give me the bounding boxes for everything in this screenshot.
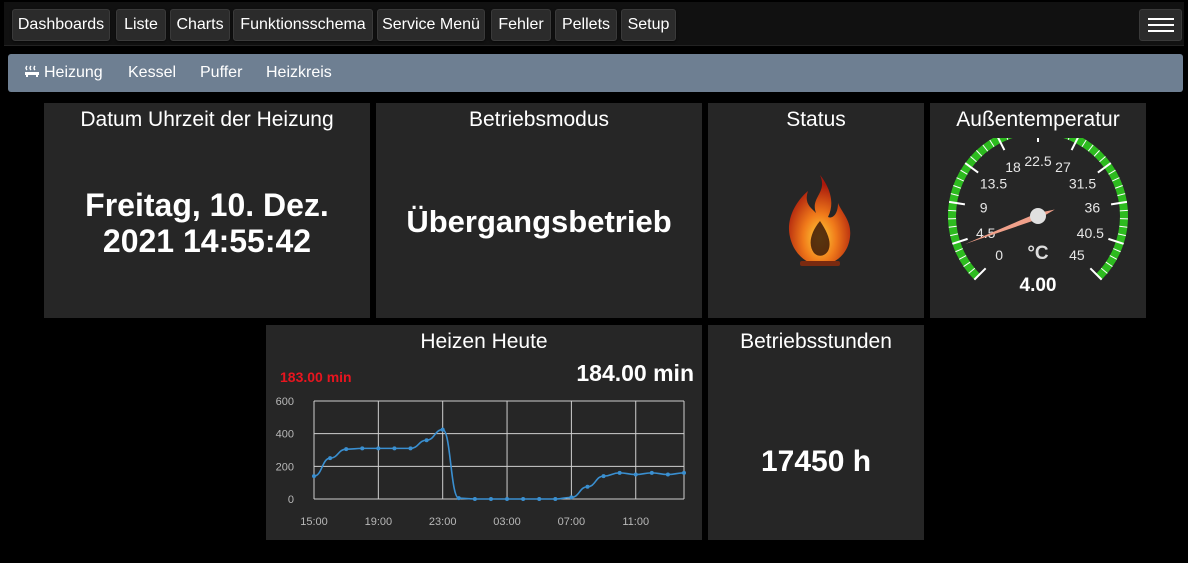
gauge-scale-label: 40.5 bbox=[1077, 225, 1104, 241]
subnav-label-heizung: Heizung bbox=[44, 64, 103, 81]
top-navbar: Dashboards Liste Charts Funktionsschema … bbox=[4, 2, 1184, 46]
heating-today-panel: Heizen Heute 184.00 min 183.00 min 0 200 4… bbox=[266, 325, 702, 540]
chart-x-tick-label: 15:00 bbox=[300, 516, 328, 528]
chart-data-point bbox=[392, 446, 397, 451]
mode-panel: Betriebsmodus Übergangsbetrieb bbox=[376, 103, 702, 318]
gauge-minor-tick bbox=[1119, 209, 1128, 212]
chart-x-tick-label: 19:00 bbox=[365, 516, 393, 528]
gauge-unit: °C bbox=[1027, 243, 1049, 264]
chart-x-tick-label: 11:00 bbox=[622, 516, 649, 528]
flame-icon bbox=[788, 175, 851, 266]
menu-toggle-button[interactable] bbox=[1139, 9, 1182, 41]
subnav-item-puffer[interactable]: Puffer bbox=[200, 54, 242, 92]
outdoor-temp-title: Außentemperatur bbox=[956, 108, 1120, 131]
gauge-scale-label: 13.5 bbox=[980, 176, 1007, 192]
chart-x-tick-label: 07:00 bbox=[558, 516, 586, 528]
chart-data-point bbox=[408, 446, 413, 451]
chart-data-point bbox=[585, 484, 590, 489]
chart-data-point bbox=[521, 497, 526, 501]
chart-data-point bbox=[376, 446, 381, 451]
sub-navbar: Heizung Kessel Puffer Heizkreis bbox=[8, 54, 1183, 92]
heating-previous-value: 183.00 min bbox=[280, 369, 352, 385]
subnav-item-kessel[interactable]: Kessel bbox=[128, 54, 176, 92]
gauge-scale-label: 22.5 bbox=[1024, 153, 1051, 169]
nav-pellets[interactable]: Pellets bbox=[555, 9, 617, 41]
gauge-minor-tick bbox=[948, 209, 957, 212]
mode-title: Betriebsmodus bbox=[468, 108, 610, 131]
chart-data-point bbox=[553, 497, 558, 501]
chart-data-point bbox=[360, 446, 365, 451]
chart-data-point bbox=[312, 474, 316, 479]
chart-y-tick-label: 600 bbox=[276, 396, 294, 408]
hamburger-icon bbox=[1148, 18, 1174, 20]
nav-setup[interactable]: Setup bbox=[621, 9, 676, 41]
chart-x-tick-label: 03:00 bbox=[493, 516, 521, 528]
gauge-scale-label: 18 bbox=[1005, 159, 1021, 175]
outdoor-temp-panel: Außentemperatur 0 4.5 9 13.5 18 22.5 27 31.5 36 4… bbox=[930, 103, 1146, 318]
nav-service-menu[interactable]: Service Menü bbox=[377, 9, 485, 41]
chart-data-point bbox=[649, 470, 654, 475]
status-panel: Status bbox=[708, 103, 924, 318]
chart-data-point bbox=[488, 497, 493, 501]
heater-icon bbox=[25, 65, 39, 77]
status-title: Status bbox=[786, 108, 846, 131]
nav-dashboards[interactable]: Dashboards bbox=[12, 9, 110, 41]
chart-data-point bbox=[601, 474, 606, 479]
nav-fehler[interactable]: Fehler bbox=[491, 9, 551, 41]
chart-data-point bbox=[424, 438, 429, 443]
operating-hours-value: 17450 h bbox=[760, 445, 872, 478]
chart-y-tick-label: 0 bbox=[288, 494, 294, 506]
chart-data-point bbox=[617, 470, 622, 475]
chart-data-point bbox=[537, 497, 542, 501]
chart-data-point bbox=[505, 497, 510, 501]
chart-data-point bbox=[665, 472, 670, 477]
chart-data-point bbox=[344, 447, 349, 452]
subnav-item-heizkreis[interactable]: Heizkreis bbox=[266, 54, 332, 92]
gauge-scale-label: 31.5 bbox=[1069, 176, 1096, 192]
operating-hours-panel: Betriebsstunden 17450 h bbox=[708, 325, 924, 540]
subnav-item-heizung[interactable]: Heizung bbox=[24, 54, 103, 92]
chart-data-point bbox=[440, 427, 445, 432]
chart-series-line bbox=[313, 428, 685, 500]
chart-y-tick-label: 400 bbox=[276, 429, 294, 441]
gauge-scale-label: 9 bbox=[980, 199, 988, 215]
datetime-title: Datum Uhrzeit der Heizung bbox=[80, 108, 334, 131]
chart-data-point bbox=[328, 456, 333, 461]
datetime-panel: Datum Uhrzeit der Heizung Freitag, 10. D… bbox=[44, 103, 370, 318]
gauge-hub bbox=[1030, 208, 1046, 224]
chart-data-point bbox=[569, 495, 574, 500]
operating-hours-title: Betriebsstunden bbox=[740, 330, 892, 353]
chart-x-tick-label: 23:00 bbox=[429, 516, 457, 528]
gauge-scale-label: 36 bbox=[1085, 199, 1101, 215]
chart-data-point bbox=[472, 497, 477, 501]
heating-today-title: Heizen Heute bbox=[420, 330, 548, 353]
nav-liste[interactable]: Liste bbox=[116, 9, 166, 41]
nav-funktionsschema[interactable]: Funktionsschema bbox=[233, 9, 373, 41]
chart-y-tick-label: 200 bbox=[276, 461, 294, 473]
mode-value: Übergangsbetrieb bbox=[406, 204, 672, 239]
heating-today-value: 184.00 min bbox=[576, 360, 694, 386]
datetime-date: Freitag, 10. Dez. bbox=[85, 187, 329, 223]
gauge-scale-label: 27 bbox=[1055, 159, 1071, 175]
chart-data-point bbox=[633, 472, 638, 477]
heating-line-chart: 0 200 400 600 15:00 19:00 23:00 03:00 07:00 11:00 bbox=[276, 396, 686, 528]
chart-data-point bbox=[456, 496, 461, 501]
chart-data-point bbox=[682, 470, 686, 475]
nav-charts[interactable]: Charts bbox=[170, 9, 230, 41]
gauge-value: 4.00 bbox=[1019, 275, 1057, 296]
datetime-time: 2021 14:55:42 bbox=[102, 223, 312, 259]
